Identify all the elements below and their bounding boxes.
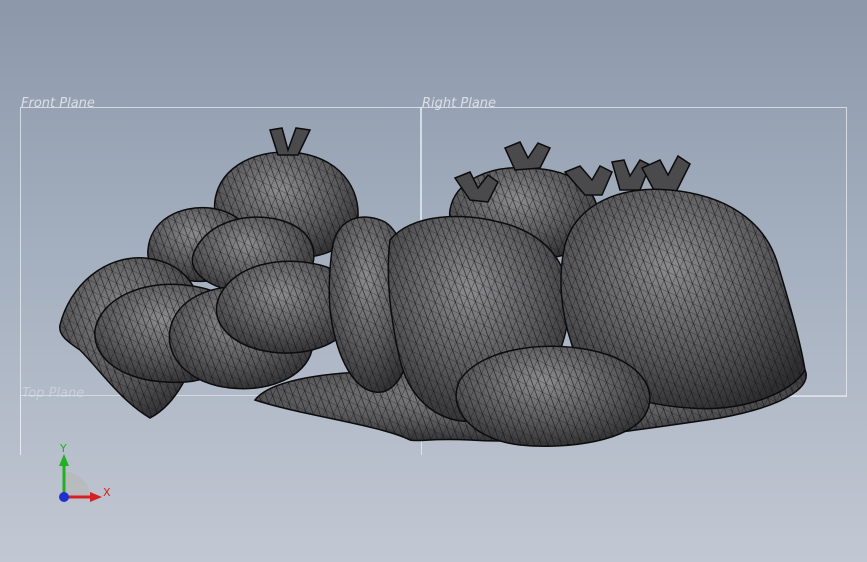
- x-axis-label: X: [103, 486, 111, 499]
- y-axis-label: Y: [60, 442, 67, 455]
- bag-right-lower: [455, 345, 651, 447]
- graphics-viewport[interactable]: Front Plane Right Plane Top Plane Y X: [0, 0, 867, 562]
- mesh-model[interactable]: [0, 0, 867, 562]
- orientation-triad: Y X: [50, 440, 120, 510]
